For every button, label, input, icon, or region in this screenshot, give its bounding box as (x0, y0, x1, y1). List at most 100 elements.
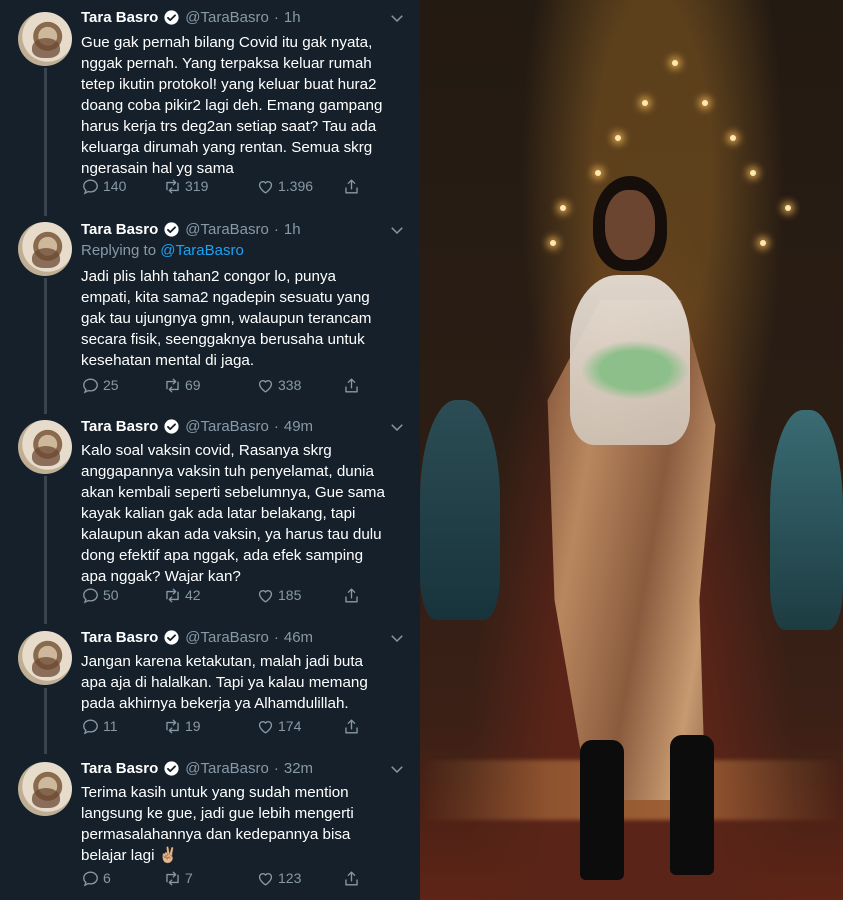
share-button[interactable] (342, 177, 364, 196)
like-count: 174 (278, 718, 302, 734)
tweet-text: Jadi plis lahh tahan2 congor lo, punya e… (81, 268, 372, 369)
retweet-count: 319 (185, 178, 209, 194)
like-count: 338 (278, 377, 302, 393)
like-icon (258, 720, 273, 734)
tweet-actions: 25 69 338 (81, 374, 364, 396)
like-count: 123 (278, 870, 302, 886)
candle (760, 240, 766, 246)
timestamp[interactable]: 49m (284, 418, 313, 435)
avatar[interactable] (18, 420, 72, 474)
reply-button[interactable]: 11 (81, 717, 163, 736)
reply-count: 6 (103, 870, 111, 886)
verified-badge-icon (164, 9, 179, 25)
tweet-header: Tara Basro @TaraBasro · 1h (81, 7, 301, 27)
reply-icon (83, 718, 98, 735)
retweet-count: 42 (185, 587, 201, 603)
face (605, 190, 655, 260)
like-icon (258, 872, 273, 886)
like-button[interactable]: 123 (256, 869, 342, 888)
display-name[interactable]: Tara Basro (81, 760, 158, 777)
timestamp[interactable]: 32m (284, 760, 313, 777)
timestamp[interactable]: 46m (284, 629, 313, 646)
candle (785, 205, 791, 211)
candle (672, 60, 678, 66)
handle[interactable]: @TaraBasro (185, 760, 269, 777)
chevron-down-icon[interactable] (388, 418, 406, 436)
like-count: 185 (278, 587, 302, 603)
verified-badge-icon (164, 221, 179, 237)
separator-dot: · (273, 628, 279, 646)
vase-left (420, 400, 500, 620)
reply-button[interactable]: 140 (81, 177, 163, 196)
reply-count: 140 (103, 178, 127, 194)
avatar[interactable] (18, 222, 72, 276)
display-name[interactable]: Tara Basro (81, 418, 158, 435)
avatar[interactable] (18, 12, 72, 66)
timestamp[interactable]: 1h (284, 221, 301, 238)
retweet-button[interactable]: 69 (163, 376, 256, 395)
retweet-icon (166, 587, 179, 603)
retweet-button[interactable]: 319 (163, 177, 256, 196)
like-button[interactable]: 185 (256, 586, 342, 605)
handle[interactable]: @TaraBasro (185, 418, 269, 435)
handle[interactable]: @TaraBasro (185, 221, 269, 238)
like-button[interactable]: 338 (256, 376, 342, 395)
tweet-actions: 11 19 174 (81, 715, 364, 737)
thread-connector (44, 476, 47, 624)
reply-count: 25 (103, 377, 119, 393)
candle (642, 100, 648, 106)
share-button[interactable] (342, 869, 364, 888)
retweet-button[interactable]: 19 (163, 717, 256, 736)
share-icon (345, 870, 358, 886)
boot-right (670, 735, 714, 875)
display-name[interactable]: Tara Basro (81, 9, 158, 26)
tweet-header: Tara Basro @TaraBasro · 32m (81, 758, 313, 778)
retweet-icon (166, 870, 179, 886)
tweet-text: Gue gak pernah bilang Covid itu gak nyat… (81, 34, 383, 177)
display-name[interactable]: Tara Basro (81, 629, 158, 646)
like-button[interactable]: 174 (256, 717, 342, 736)
timestamp[interactable]: 1h (284, 9, 301, 26)
tweet-text: Kalo soal vaksin covid, Rasanya skrg ang… (81, 442, 385, 585)
like-button[interactable]: 1.396 (256, 177, 342, 196)
avatar[interactable] (18, 762, 72, 816)
reply-button[interactable]: 25 (81, 376, 163, 395)
share-icon (345, 718, 358, 734)
replying-to-link[interactable]: @TaraBasro (160, 242, 244, 259)
like-icon (258, 180, 273, 194)
chevron-down-icon[interactable] (388, 9, 406, 27)
retweet-button[interactable]: 7 (163, 869, 256, 888)
candle (560, 205, 566, 211)
share-button[interactable] (342, 376, 364, 395)
tweet-header: Tara Basro @TaraBasro · 1h (81, 219, 301, 239)
share-icon (345, 377, 358, 393)
reply-count: 11 (103, 718, 118, 734)
retweet-count: 19 (185, 718, 201, 734)
thread-connector (44, 68, 47, 216)
separator-dot: · (273, 220, 279, 238)
replying-to-label: Replying to (81, 242, 157, 259)
separator-dot: · (273, 417, 279, 435)
handle[interactable]: @TaraBasro (185, 629, 269, 646)
chevron-down-icon[interactable] (388, 629, 406, 647)
reply-button[interactable]: 50 (81, 586, 163, 605)
reply-button[interactable]: 6 (81, 869, 163, 888)
candle (750, 170, 756, 176)
like-icon (258, 589, 273, 603)
share-button[interactable] (342, 586, 364, 605)
like-icon (258, 379, 273, 393)
retweet-button[interactable]: 42 (163, 586, 256, 605)
avatar[interactable] (18, 631, 72, 685)
chevron-down-icon[interactable] (388, 760, 406, 778)
reply-icon (83, 377, 98, 394)
like-count: 1.396 (278, 178, 314, 194)
boot-left (580, 740, 624, 880)
share-icon (345, 178, 358, 194)
chevron-down-icon[interactable] (388, 221, 406, 239)
share-button[interactable] (342, 717, 364, 736)
handle[interactable]: @TaraBasro (185, 9, 269, 26)
retweet-icon (166, 377, 179, 393)
display-name[interactable]: Tara Basro (81, 221, 158, 238)
candle (615, 135, 621, 141)
tweet-actions: 6 7 123 (81, 867, 364, 889)
